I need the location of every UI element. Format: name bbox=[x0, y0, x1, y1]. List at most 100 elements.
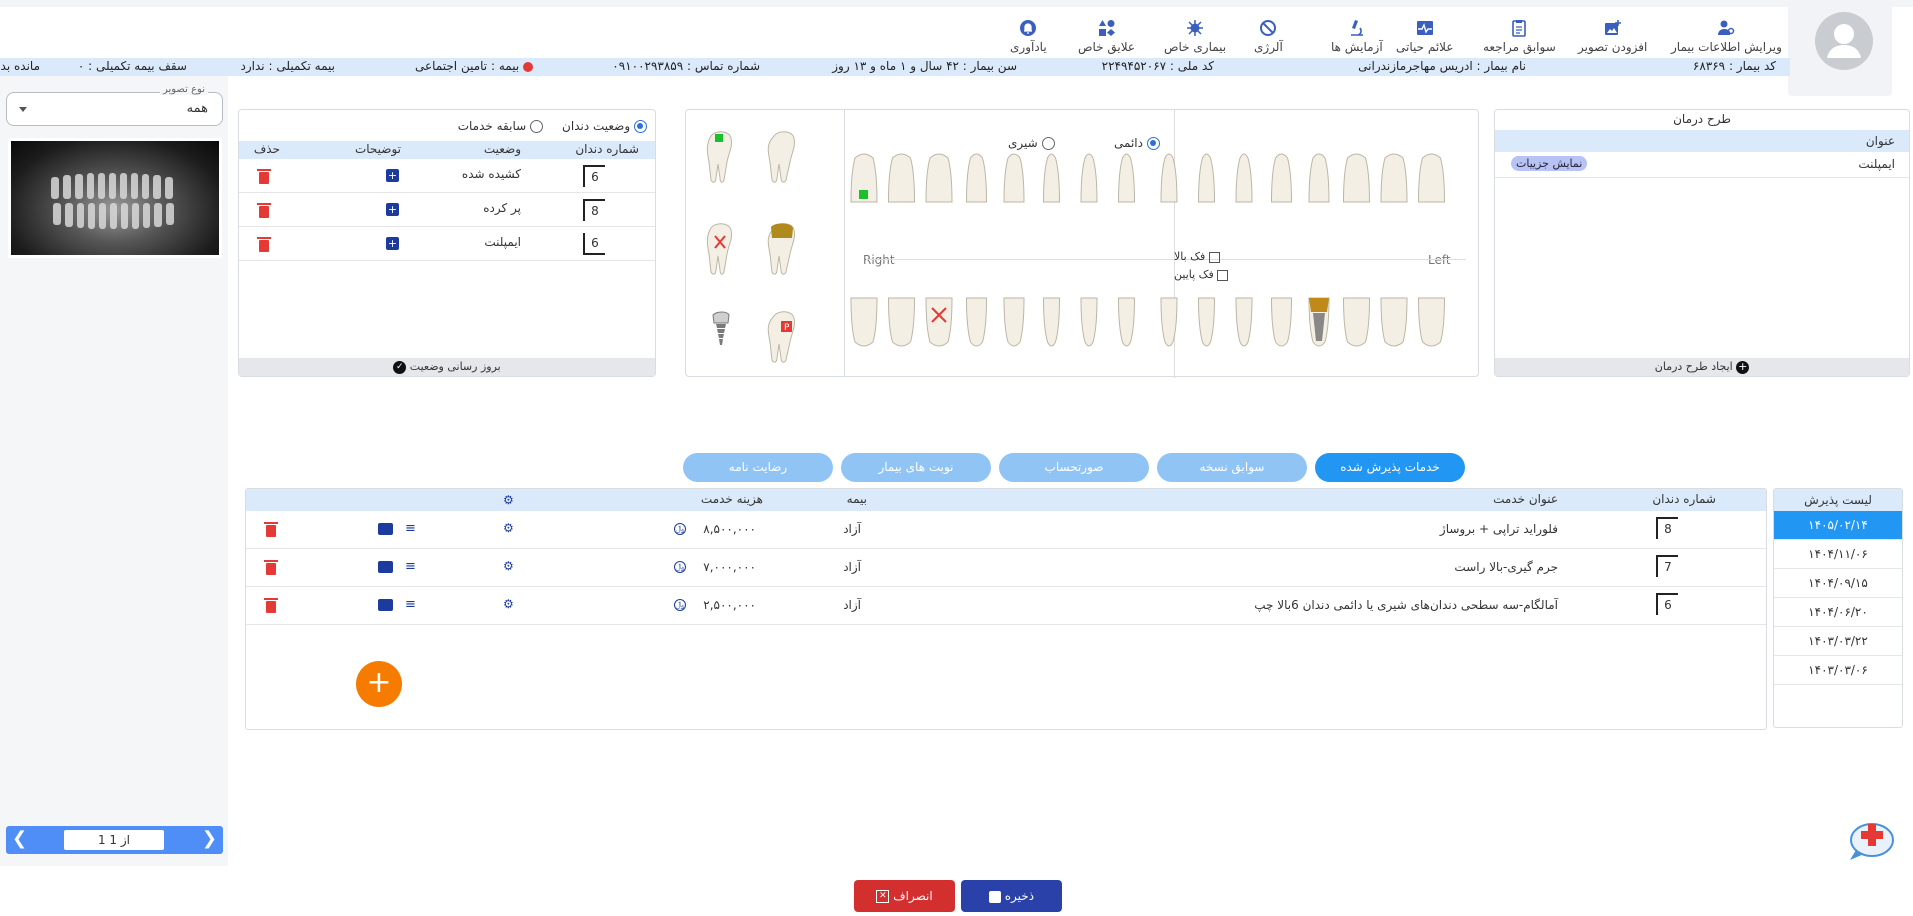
settings-icon[interactable]: ⚙ bbox=[503, 597, 514, 611]
tooth[interactable] bbox=[1197, 297, 1216, 347]
delete-icon[interactable] bbox=[257, 203, 271, 218]
add-note-icon[interactable]: + bbox=[386, 203, 399, 216]
tooth[interactable] bbox=[1308, 153, 1330, 203]
print-settings-icon[interactable]: ⚙ bbox=[503, 493, 514, 507]
supplementary-insurance: بیمه تکمیلی : ندارد bbox=[240, 59, 335, 73]
chevron-right-icon[interactable]: ❯ bbox=[202, 829, 217, 849]
list-icon[interactable]: ≡ bbox=[405, 559, 416, 574]
tooth[interactable] bbox=[1270, 297, 1293, 347]
tooth[interactable] bbox=[1308, 297, 1330, 347]
tooth[interactable] bbox=[1417, 153, 1446, 203]
tooth[interactable] bbox=[925, 153, 953, 203]
tooth[interactable] bbox=[887, 153, 916, 203]
image-type-select[interactable]: نوع تصویر همه bbox=[6, 84, 223, 126]
edit-patient-button[interactable]: ویرایش اطلاعات بیمار bbox=[1671, 19, 1782, 54]
admission-item[interactable]: ۱۴۰۳/۰۳/۲۲ bbox=[1774, 627, 1902, 656]
service-row[interactable]: 8 فلوراید تراپی + بروساژ آزاد ۸,۵۰۰,۰۰۰ ﷼ ⚙ ≡ bbox=[246, 511, 1766, 549]
delete-icon[interactable] bbox=[257, 169, 271, 184]
tooth[interactable] bbox=[1080, 153, 1098, 203]
insurance-status-dot bbox=[523, 61, 533, 72]
tooth[interactable] bbox=[850, 153, 878, 203]
service-row[interactable]: 7 جرم گیری-بالا راست آزاد ۷,۰۰۰,۰۰۰ ﷼ ⚙ ≡ bbox=[246, 549, 1766, 587]
tooth[interactable] bbox=[1380, 297, 1408, 347]
status-row[interactable]: 8 پر کرده + bbox=[239, 193, 655, 227]
delete-icon[interactable] bbox=[264, 598, 278, 613]
admission-item[interactable]: ۱۴۰۴/۰۶/۲۰ bbox=[1774, 598, 1902, 627]
tooth[interactable] bbox=[1270, 153, 1293, 203]
admission-item[interactable]: ۱۴۰۳/۰۳/۰۶ bbox=[1774, 656, 1902, 685]
xray-thumbnail[interactable] bbox=[8, 138, 222, 258]
tooth[interactable] bbox=[887, 297, 916, 347]
tooth[interactable] bbox=[1042, 153, 1061, 203]
tab-prescriptions[interactable]: سوابق نسخه bbox=[1157, 453, 1307, 482]
delete-icon[interactable] bbox=[264, 522, 278, 537]
add-service-button[interactable]: + bbox=[356, 661, 402, 707]
service-title: آمالگام-سه سطحی دندان‌های شیری یا دائمی … bbox=[1254, 598, 1558, 612]
add-image-button[interactable]: افزودن تصویر bbox=[1578, 19, 1647, 54]
allergy-button[interactable]: آلرژی bbox=[1254, 19, 1283, 54]
tooth[interactable] bbox=[1380, 153, 1408, 203]
camera-icon[interactable] bbox=[378, 599, 393, 611]
vital-signs-button[interactable]: علائم حیاتی bbox=[1396, 19, 1454, 54]
tooth[interactable] bbox=[1235, 297, 1253, 347]
tooth[interactable] bbox=[965, 297, 988, 347]
tooth[interactable] bbox=[1042, 297, 1061, 347]
save-button[interactable]: ذخیره bbox=[961, 880, 1062, 912]
list-icon[interactable]: ≡ bbox=[405, 521, 416, 536]
tooth[interactable] bbox=[1003, 153, 1025, 203]
chevron-left-icon[interactable]: ❮ bbox=[12, 829, 27, 849]
treatment-plan-row[interactable]: ایمپلنت نمایش جزییات bbox=[1495, 152, 1909, 178]
tooth[interactable] bbox=[965, 153, 988, 203]
tooth-number: 7 bbox=[1656, 555, 1678, 577]
tooth[interactable] bbox=[1117, 297, 1136, 347]
tooth[interactable] bbox=[1160, 297, 1178, 347]
lab-tests-button[interactable]: آزمایش ها bbox=[1331, 19, 1383, 54]
create-plan-button[interactable]: + ایجاد طرح درمان bbox=[1495, 358, 1909, 376]
camera-icon[interactable] bbox=[378, 561, 393, 573]
camera-icon[interactable] bbox=[378, 523, 393, 535]
cancel-button[interactable]: ✕ انصراف bbox=[854, 880, 955, 912]
tab-appointments[interactable]: نوبت های بیمار bbox=[841, 453, 991, 482]
tooth[interactable] bbox=[925, 297, 953, 347]
status-row[interactable]: 6 کشیده شده + bbox=[239, 159, 655, 193]
admission-item[interactable]: ۱۴۰۴/۰۹/۱۵ bbox=[1774, 569, 1902, 598]
tooth[interactable] bbox=[1342, 153, 1371, 203]
admission-item[interactable]: ۱۴۰۴/۱۱/۰۶ bbox=[1774, 540, 1902, 569]
settings-icon[interactable]: ⚙ bbox=[503, 521, 514, 535]
status-row[interactable]: 6 ایمپلنت + bbox=[239, 227, 655, 261]
visit-history-button[interactable]: سوابق مراجعه bbox=[1483, 19, 1556, 54]
admission-item[interactable]: ۱۴۰۵/۰۲/۱۴ bbox=[1774, 511, 1902, 540]
tooth[interactable] bbox=[1160, 153, 1178, 203]
save-icon bbox=[988, 890, 1001, 903]
tooth[interactable] bbox=[1197, 153, 1216, 203]
tooth[interactable] bbox=[850, 297, 878, 347]
reminder-button[interactable]: یادآوری bbox=[1010, 19, 1047, 54]
service-row[interactable]: 6 آمالگام-سه سطحی دندان‌های شیری یا دائمی… bbox=[246, 587, 1766, 625]
update-status-button[interactable]: ✓ بروز رسانی وضعیت bbox=[239, 358, 655, 376]
teeth-diagram[interactable] bbox=[844, 110, 1484, 378]
list-icon[interactable]: ≡ bbox=[405, 597, 416, 612]
service-history-option[interactable]: سابقه خدمات bbox=[458, 119, 543, 133]
tab-accepted-services[interactable]: خدمات پذیرش شده bbox=[1315, 453, 1465, 482]
settings-icon[interactable]: ⚙ bbox=[503, 559, 514, 573]
tooth[interactable] bbox=[1003, 297, 1025, 347]
show-details-button[interactable]: نمایش جزییات bbox=[1511, 156, 1588, 171]
tooth[interactable] bbox=[1417, 297, 1446, 347]
tooth[interactable] bbox=[1117, 153, 1136, 203]
tooth[interactable] bbox=[1235, 153, 1253, 203]
patient-avatar[interactable] bbox=[1788, 0, 1892, 96]
help-chat-icon[interactable] bbox=[1846, 820, 1896, 864]
special-disease-button[interactable]: بیماری خاص bbox=[1164, 19, 1226, 54]
special-interests-button[interactable]: علایق خاص bbox=[1078, 19, 1135, 54]
tooth-state-radio[interactable] bbox=[634, 120, 647, 133]
delete-icon[interactable] bbox=[257, 237, 271, 252]
tab-consent[interactable]: رضایت نامه bbox=[683, 453, 833, 482]
tab-invoice[interactable]: صورتحساب bbox=[999, 453, 1149, 482]
tooth[interactable] bbox=[1342, 297, 1371, 347]
add-note-icon[interactable]: + bbox=[386, 169, 399, 182]
service-history-radio[interactable] bbox=[530, 120, 543, 133]
tooth-state-option[interactable]: وضعیت دندان bbox=[562, 119, 647, 133]
tooth[interactable] bbox=[1080, 297, 1098, 347]
delete-icon[interactable] bbox=[264, 560, 278, 575]
add-note-icon[interactable]: + bbox=[386, 237, 399, 250]
